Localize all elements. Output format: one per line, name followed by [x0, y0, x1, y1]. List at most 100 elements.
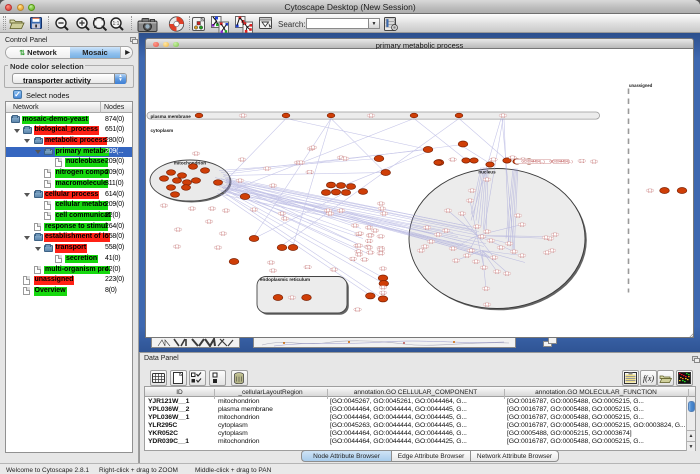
svg-text:unassigned: unassigned [629, 83, 653, 88]
svg-text:[...]: [...] [489, 238, 494, 242]
svg-text:[...]: [...] [283, 216, 288, 220]
svg-text:[...]: [...] [379, 201, 384, 205]
svg-text:[...]: [...] [516, 213, 521, 217]
svg-text:[...]: [...] [221, 231, 226, 235]
svg-text:[...]: [...] [379, 251, 384, 255]
svg-text:[...]: [...] [224, 208, 229, 212]
svg-text:[...]: [...] [480, 234, 485, 238]
svg-text:f(x): f(x) [643, 374, 654, 383]
svg-text:[...]: [...] [162, 203, 167, 207]
svg-text:[...]: [...] [429, 239, 434, 243]
svg-text:[...]: [...] [380, 206, 385, 210]
svg-text:[...]: [...] [470, 188, 475, 192]
svg-text:[...]: [...] [307, 170, 312, 174]
svg-text:[...]: [...] [381, 290, 386, 294]
svg-text:[...]: [...] [553, 232, 558, 236]
svg-text:[...]: [...] [381, 285, 386, 289]
svg-text:[...]: [...] [510, 155, 515, 159]
svg-text:[...]: [...] [207, 219, 212, 223]
svg-text:[...]: [...] [592, 159, 597, 163]
svg-text:[...]: [...] [358, 231, 363, 235]
svg-text:[...]: [...] [311, 145, 316, 149]
svg-text:[...]: [...] [382, 211, 387, 215]
svg-text:[...]: [...] [485, 177, 490, 181]
svg-text:[...]: [...] [450, 157, 455, 161]
svg-text:[...]: [...] [290, 295, 295, 299]
svg-text:[...]: [...] [648, 188, 653, 192]
svg-text:[...]: [...] [351, 256, 356, 260]
svg-text:[...]: [...] [482, 265, 487, 269]
svg-text:[...]: [...] [332, 267, 337, 271]
svg-text:[...]: [...] [238, 178, 243, 182]
svg-text:[...]: [...] [299, 160, 304, 164]
svg-text:GO:0044464(...): GO:0044464(...) [549, 159, 572, 163]
svg-text:[...]: [...] [362, 257, 367, 261]
svg-text:[...]: [...] [544, 235, 549, 239]
svg-text:GO:0044464(...): GO:0044464(...) [521, 159, 544, 163]
svg-text:[...]: [...] [367, 225, 372, 229]
svg-text:[...]: [...] [451, 246, 456, 250]
svg-text:[...]: [...] [339, 208, 344, 212]
svg-text:[...]: [...] [468, 198, 473, 202]
svg-text:[...]: [...] [465, 253, 470, 257]
svg-text:[...]: [...] [194, 151, 199, 155]
svg-text:[...]: [...] [252, 207, 257, 211]
svg-text:[...]: [...] [474, 259, 479, 263]
svg-text:[...]: [...] [369, 113, 374, 117]
svg-text:[...]: [...] [505, 271, 510, 275]
svg-text:[...]: [...] [381, 266, 386, 270]
svg-text:[...]: [...] [425, 225, 430, 229]
svg-text:[...]: [...] [368, 233, 373, 237]
svg-text:[...]: [...] [469, 248, 474, 252]
svg-text:[...]: [...] [210, 206, 215, 210]
svg-text:[...]: [...] [357, 243, 362, 247]
svg-text:[...]: [...] [419, 248, 424, 252]
svg-text:[...]: [...] [357, 252, 362, 256]
svg-text:[...]: [...] [520, 222, 525, 226]
svg-text:cytoplasm: cytoplasm [151, 127, 174, 132]
svg-text:[...]: [...] [353, 223, 358, 227]
svg-text:[...]: [...] [495, 269, 500, 273]
svg-text:[...]: [...] [436, 232, 441, 236]
svg-text:[...]: [...] [485, 302, 490, 306]
svg-text:[...]: [...] [240, 157, 245, 161]
svg-text:[...]: [...] [475, 224, 480, 228]
svg-text:[...]: [...] [379, 247, 384, 251]
svg-text:plasma membrane: plasma membrane [151, 113, 192, 118]
svg-text:[...]: [...] [499, 245, 504, 249]
svg-text:[...]: [...] [367, 245, 372, 249]
svg-text:[...]: [...] [492, 255, 497, 259]
svg-text:[...]: [...] [328, 211, 333, 215]
svg-text:[...]: [...] [520, 253, 525, 257]
svg-text:[...]: [...] [373, 228, 378, 232]
svg-text:[...]: [...] [343, 156, 348, 160]
svg-text:[...]: [...] [368, 250, 373, 254]
svg-text:[...]: [...] [305, 265, 310, 269]
svg-text:[...]: [...] [545, 250, 550, 254]
svg-text:[...]: [...] [271, 268, 276, 272]
svg-text:[...]: [...] [280, 211, 285, 215]
svg-text:[...]: [...] [241, 113, 246, 117]
svg-text:[...]: [...] [501, 113, 506, 117]
svg-text:[...]: [...] [460, 211, 465, 215]
svg-text:[...]: [...] [355, 307, 360, 311]
svg-text:[...]: [...] [379, 234, 384, 238]
svg-text:[...]: [...] [444, 228, 449, 232]
svg-text:1:1: 1:1 [113, 21, 120, 27]
svg-text:[...]: [...] [176, 227, 181, 231]
svg-text:[...]: [...] [580, 159, 585, 163]
svg-text:[...]: [...] [454, 258, 459, 262]
svg-text:[...]: [...] [423, 244, 428, 248]
svg-text:[...]: [...] [507, 241, 512, 245]
svg-text:[...]: [...] [491, 157, 496, 161]
svg-text:[...]: [...] [485, 229, 490, 233]
svg-text:endoplasmic reticulum: endoplasmic reticulum [260, 277, 310, 282]
svg-text:nucleus: nucleus [478, 169, 496, 174]
svg-text:[...]: [...] [484, 286, 489, 290]
svg-text:[...]: [...] [269, 260, 274, 264]
svg-text:[...]: [...] [216, 245, 221, 249]
svg-text:[...]: [...] [190, 206, 195, 210]
svg-text:[...]: [...] [367, 239, 372, 243]
svg-text:[...]: [...] [446, 208, 451, 212]
svg-text:[...]: [...] [175, 244, 180, 248]
